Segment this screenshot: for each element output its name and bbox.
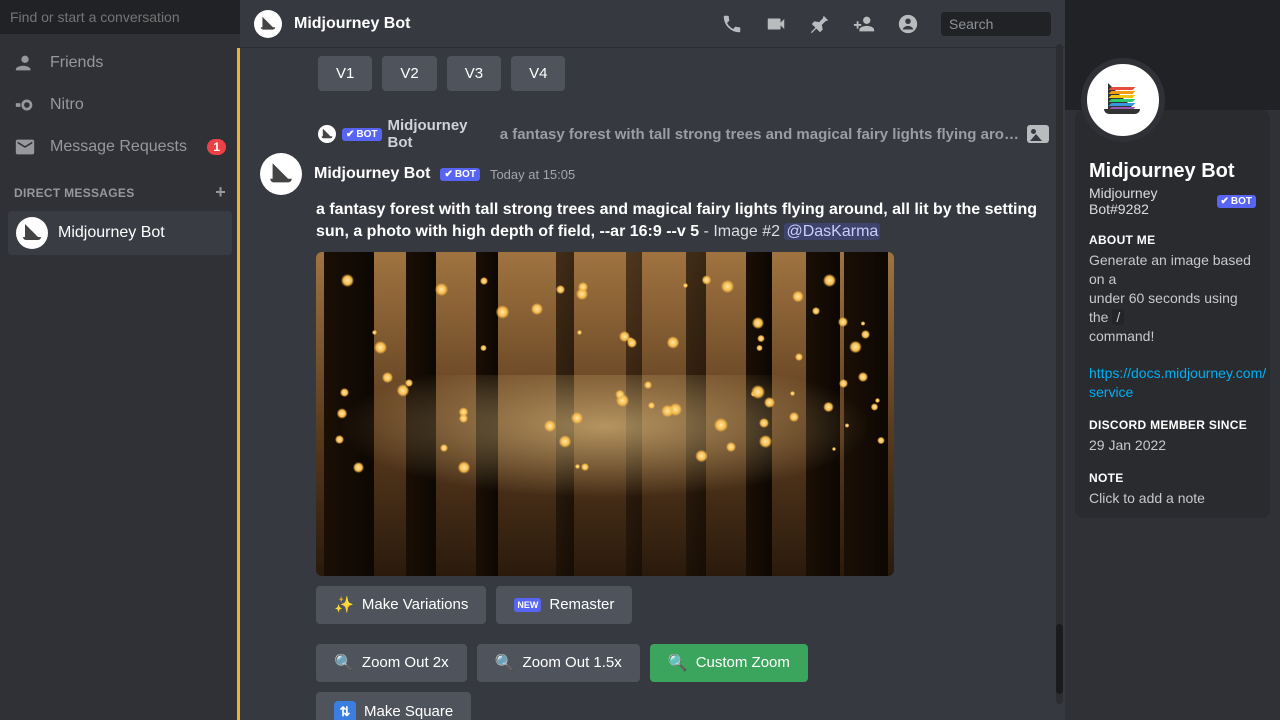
message-author[interactable]: Midjourney Bot: [314, 165, 430, 183]
message-requests-label: Message Requests: [50, 138, 187, 156]
reply-reference[interactable]: ✔ BOT Midjourney Bot a fantasy forest wi…: [318, 117, 1049, 151]
profile-avatar[interactable]: [1081, 58, 1165, 142]
note-header: NOTE: [1089, 471, 1256, 485]
user-profile-panel: Midjourney Bot Midjourney Bot#9282✔ BOT …: [1065, 0, 1280, 720]
friends-label: Friends: [50, 54, 103, 72]
message-content: a fantasy forest with tall strong trees …: [316, 199, 1049, 244]
v2-button[interactable]: V2: [382, 56, 436, 91]
v4-button[interactable]: V4: [511, 56, 565, 91]
v1-button[interactable]: V1: [318, 56, 372, 91]
make-square-button[interactable]: ⇅Make Square: [316, 692, 471, 720]
dm-midjourney[interactable]: Midjourney Bot: [8, 211, 232, 255]
generated-image[interactable]: [316, 252, 894, 576]
message-requests-nav[interactable]: Message Requests 1: [0, 126, 240, 168]
profile-name: Midjourney Bot: [1089, 160, 1256, 183]
nitro-icon: [14, 94, 36, 116]
zoom-icon: 🔍: [668, 653, 688, 673]
docs-link[interactable]: https://docs.midjourney.com/: [1089, 365, 1266, 381]
bot-badge: ✔ BOT: [440, 168, 480, 181]
profile-banner: [1065, 0, 1280, 110]
header-title: Midjourney Bot: [294, 15, 410, 33]
about-header: ABOUT ME: [1089, 233, 1256, 247]
channel-header: Midjourney Bot Search: [240, 0, 1065, 48]
scrollbar[interactable]: [1056, 44, 1063, 704]
find-conversation-input[interactable]: [0, 0, 240, 34]
member-since-header: DISCORD MEMBER SINCE: [1089, 418, 1256, 432]
variation-row: V1 V2 V3 V4: [244, 48, 1065, 103]
reply-avatar: [318, 125, 336, 143]
message-avatar[interactable]: [260, 153, 302, 195]
zoom-icon: 🔍: [495, 653, 515, 673]
nitro-label: Nitro: [50, 96, 84, 114]
inbox-icon: [14, 136, 36, 158]
reply-text: a fantasy forest with tall strong trees …: [500, 126, 1021, 143]
note-input[interactable]: Click to add a note: [1089, 489, 1256, 508]
friends-icon: [14, 52, 36, 74]
add-friend-icon[interactable]: [853, 13, 875, 35]
member-since: 29 Jan 2022: [1089, 436, 1256, 455]
dm-header: DIRECT MESSAGES: [14, 186, 135, 200]
profile-icon[interactable]: [897, 13, 919, 35]
video-icon[interactable]: [765, 13, 787, 35]
v3-button[interactable]: V3: [447, 56, 501, 91]
about-text: Generate an image based on a under 60 se…: [1089, 251, 1256, 402]
custom-zoom-button[interactable]: 🔍Custom Zoom: [650, 644, 808, 682]
bot-badge: ✔ BOT: [1217, 195, 1257, 208]
search-input[interactable]: Search: [941, 12, 1051, 36]
zoom-out-2x-button[interactable]: 🔍Zoom Out 2x: [316, 644, 467, 682]
header-avatar: [254, 10, 282, 38]
call-icon[interactable]: [721, 13, 743, 35]
make-variations-button[interactable]: ✨Make Variations: [316, 586, 486, 624]
zoom-out-1.5x-button[interactable]: 🔍Zoom Out 1.5x: [477, 644, 640, 682]
sparkle-icon: ✨: [334, 595, 354, 615]
message-timestamp: Today at 15:05: [490, 167, 575, 182]
remaster-button[interactable]: NEWRemaster: [496, 586, 632, 624]
friends-nav[interactable]: Friends: [0, 42, 240, 84]
nitro-nav[interactable]: Nitro: [0, 84, 240, 126]
profile-tag: Midjourney Bot#9282: [1089, 185, 1211, 217]
user-mention[interactable]: @DasKarma: [784, 223, 880, 240]
image-attachment-icon: [1027, 125, 1049, 143]
dm-name: Midjourney Bot: [58, 224, 165, 242]
scrollbar-thumb[interactable]: [1056, 624, 1063, 694]
prompt-text: a fantasy forest with tall strong trees …: [316, 201, 1037, 240]
zoom-icon: 🔍: [334, 653, 354, 673]
pin-icon[interactable]: [809, 13, 831, 35]
reply-author: Midjourney Bot: [388, 117, 494, 151]
docs-link-2[interactable]: service: [1089, 384, 1133, 400]
add-dm-icon[interactable]: +: [215, 182, 226, 203]
bot-badge: ✔ BOT: [342, 128, 382, 141]
square-icon: ⇅: [334, 701, 356, 720]
dm-avatar: [16, 217, 48, 249]
new-badge: NEW: [514, 598, 541, 612]
requests-badge: 1: [207, 139, 226, 155]
prompt-suffix: - Image #2: [699, 223, 784, 240]
